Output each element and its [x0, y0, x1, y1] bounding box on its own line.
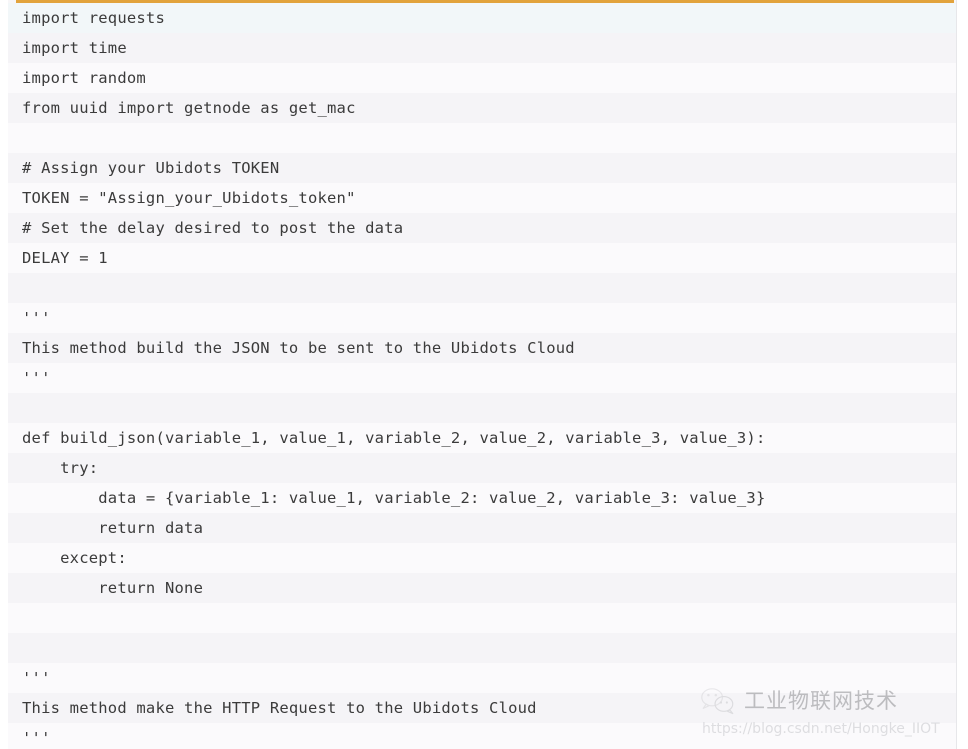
code-line: [8, 273, 956, 303]
top-accent-rule: [16, 0, 954, 3]
code-line: This method build the JSON to be sent to…: [8, 333, 956, 363]
code-line: [8, 123, 956, 153]
code-line: except:: [8, 543, 956, 573]
code-line: try:: [8, 453, 956, 483]
code-line-text: ''': [22, 309, 51, 327]
code-line-text: This method build the JSON to be sent to…: [22, 339, 575, 357]
code-line: [8, 393, 956, 423]
code-line-text: return None: [22, 579, 204, 597]
code-line: [8, 603, 956, 633]
code-line: from uuid import getnode as get_mac: [8, 93, 956, 123]
code-line-text: def build_json(variable_1, value_1, vari…: [22, 429, 766, 447]
code-block: import requests import time import random f…: [8, 0, 957, 749]
code-line: import time: [8, 33, 956, 63]
code-line-text: # Set the delay desired to post the data: [22, 219, 404, 237]
code-line-text: DELAY = 1: [22, 249, 108, 267]
code-line-text: data = {variable_1: value_1, variable_2:…: [22, 489, 766, 507]
code-line: import requests: [8, 3, 956, 33]
code-line: [8, 633, 956, 663]
code-line: import random: [8, 63, 956, 93]
code-line: data = {variable_1: value_1, variable_2:…: [8, 483, 956, 513]
code-lines-container: import requests import time import random f…: [8, 3, 956, 749]
code-line-text: except:: [22, 549, 127, 567]
code-line-text: return data: [22, 519, 204, 537]
code-line-text: from uuid import getnode as get_mac: [22, 99, 356, 117]
code-line-text: This method make the HTTP Request to the…: [22, 699, 537, 717]
code-line: return None: [8, 573, 956, 603]
code-snippet-screenshot: import requests import time import random f…: [0, 0, 968, 749]
code-line-text: try:: [22, 459, 99, 477]
code-line: TOKEN = "Assign_your_Ubidots_token": [8, 183, 956, 213]
code-line: return data: [8, 513, 956, 543]
code-line: ''': [8, 303, 956, 333]
code-line: def build_json(variable_1, value_1, vari…: [8, 423, 956, 453]
code-line-text: ''': [22, 369, 51, 387]
code-line: # Set the delay desired to post the data: [8, 213, 956, 243]
code-line: This method make the HTTP Request to the…: [8, 693, 956, 723]
left-gutter: [0, 0, 8, 749]
code-line-text: # Assign your Ubidots TOKEN: [22, 159, 280, 177]
code-line: ''': [8, 723, 956, 749]
code-line-text: import random: [22, 69, 146, 87]
code-line: # Assign your Ubidots TOKEN: [8, 153, 956, 183]
code-line-text: TOKEN = "Assign_your_Ubidots_token": [22, 189, 356, 207]
code-line: ''': [8, 363, 956, 393]
code-line: ''': [8, 663, 956, 693]
right-gutter: [957, 0, 968, 749]
code-line-text: ''': [22, 729, 51, 747]
code-line-text: import time: [22, 39, 127, 57]
code-line-text: ''': [22, 669, 51, 687]
code-line-text: import requests: [22, 9, 165, 27]
code-line: DELAY = 1: [8, 243, 956, 273]
